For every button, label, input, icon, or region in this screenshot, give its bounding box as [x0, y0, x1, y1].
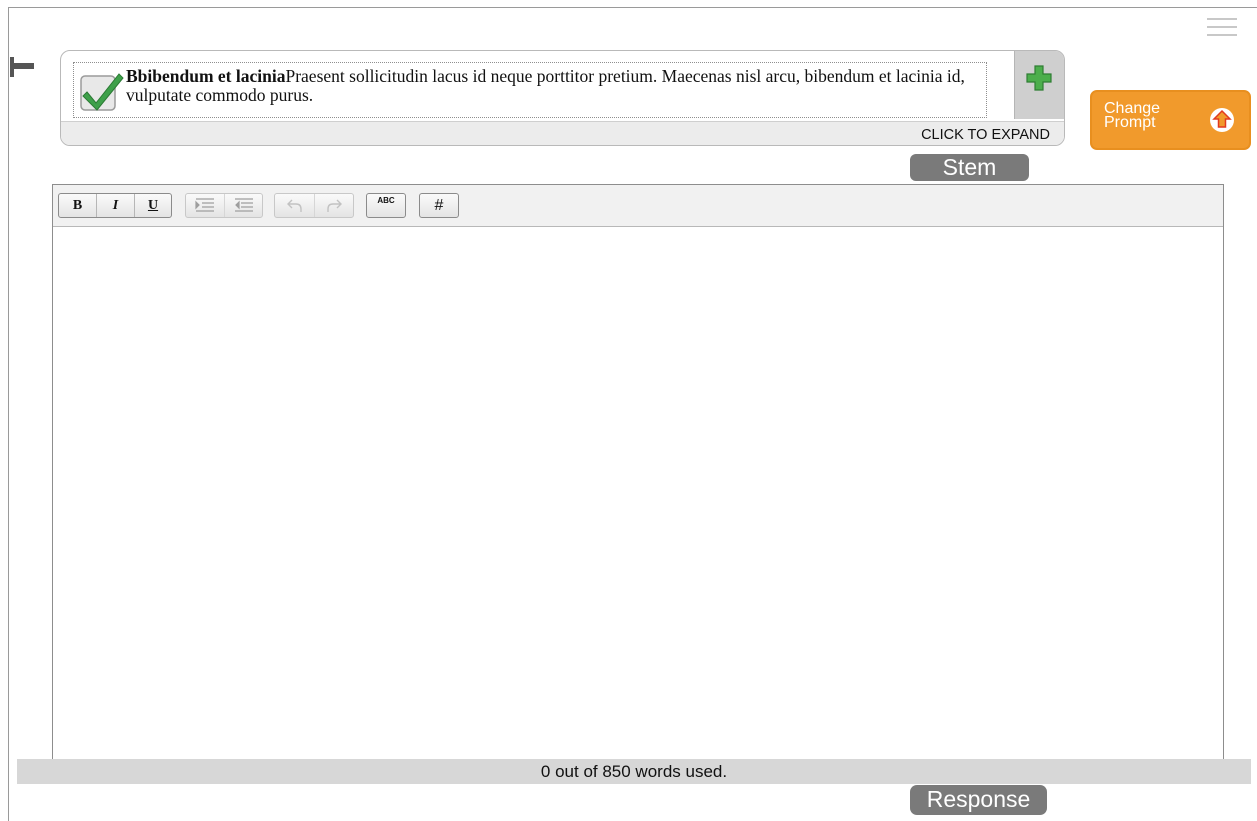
response-label: Response	[910, 785, 1047, 815]
up-arrow-icon	[1210, 108, 1234, 132]
expand-button[interactable]	[1014, 51, 1064, 119]
expand-bar[interactable]: CLICK TO EXPAND	[61, 121, 1064, 145]
editor-toolbar: B I U ABC #	[53, 185, 1223, 227]
spellcheck-label: ABC	[377, 196, 395, 205]
plus-icon	[1026, 65, 1052, 91]
redo-icon	[327, 199, 342, 212]
special-char-button[interactable]: #	[419, 193, 459, 218]
flag-icon[interactable]	[10, 57, 34, 77]
indent-button[interactable]	[186, 194, 225, 217]
indent-group	[185, 193, 263, 218]
indent-icon	[195, 198, 214, 212]
response-text-area[interactable]	[53, 227, 1223, 775]
redo-button[interactable]	[315, 194, 353, 217]
prompt-title: Bbibendum et lacinia	[126, 66, 286, 86]
italic-button[interactable]: I	[97, 194, 135, 217]
outdent-icon	[234, 198, 253, 212]
word-count: 0 out of 850 words used.	[540, 762, 728, 781]
outdent-button[interactable]	[225, 194, 262, 217]
spellcheck-button[interactable]: ABC	[366, 193, 406, 218]
check-icon	[80, 73, 124, 111]
expand-label[interactable]: CLICK TO EXPAND	[921, 127, 1050, 143]
prompt-panel: Bbibendum et laciniaPraesent sollicitudi…	[60, 50, 1065, 146]
format-group: B I U	[58, 193, 172, 218]
menu-icon[interactable]	[1207, 18, 1237, 38]
undo-icon	[286, 199, 302, 212]
special-char-label: #	[434, 197, 444, 214]
bold-button[interactable]: B	[59, 194, 97, 217]
underline-button[interactable]: U	[135, 194, 171, 217]
history-group	[274, 193, 354, 218]
word-count-bar: 0 out of 850 words used.	[17, 759, 1251, 784]
prompt-text: Bbibendum et laciniaPraesent sollicitudi…	[126, 67, 976, 105]
stem-label: Stem	[910, 154, 1029, 181]
undo-button[interactable]	[275, 194, 315, 217]
response-editor: B I U ABC #	[52, 184, 1224, 776]
change-prompt-button[interactable]: Change Prompt	[1090, 90, 1251, 150]
prompt-box: Bbibendum et laciniaPraesent sollicitudi…	[73, 62, 987, 118]
change-prompt-label: Change Prompt	[1104, 100, 1161, 131]
